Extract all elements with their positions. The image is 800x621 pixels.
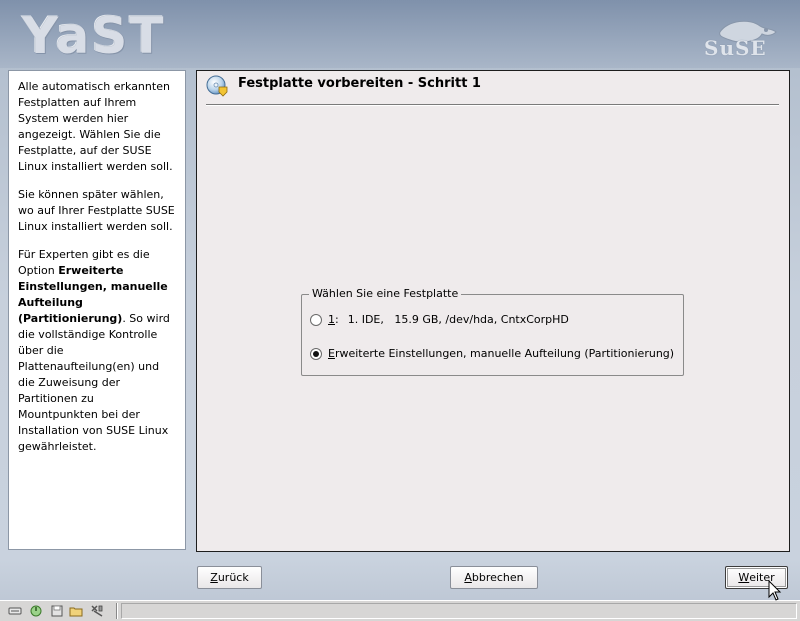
radio-button[interactable] <box>310 313 322 326</box>
suse-wordmark: SuSE <box>704 36 767 60</box>
header-bar: YaST SuSE <box>0 0 800 68</box>
option-label: 1. IDE, 15.9 GB, /dev/hda, CntxCorpHD <box>347 313 569 326</box>
option-shortcut: 1 <box>328 313 335 326</box>
help-panel: Alle automatisch erkannten Festplatten a… <box>8 70 186 550</box>
page-title: Festplatte vorbereiten - Schritt 1 <box>238 76 481 91</box>
disk-option-expert[interactable]: Erweiterte Einstellungen, manuelle Aufte… <box>310 347 674 360</box>
disk-setup-icon <box>206 75 228 97</box>
back-shortcut: Z <box>210 571 218 584</box>
option-separator: : <box>335 313 339 326</box>
title-divider <box>206 104 779 106</box>
taskbar-task-area[interactable] <box>121 603 797 619</box>
back-label: urück <box>217 571 249 584</box>
yast-logo: YaST <box>22 7 166 65</box>
folder-icon[interactable] <box>69 604 83 618</box>
help-paragraph-2: Sie können später wählen, wo auf Ihrer F… <box>18 188 175 233</box>
help-text: . So wird die vollständige Kontrolle übe… <box>18 312 170 453</box>
taskbar-separator <box>116 603 118 619</box>
taskbar <box>0 600 800 621</box>
mouse-cursor-icon <box>768 580 782 601</box>
settings-icon[interactable] <box>90 604 104 618</box>
radio-button-selected[interactable] <box>310 347 322 360</box>
group-title: Wählen Sie eine Festplatte <box>309 287 462 300</box>
power-icon[interactable] <box>29 604 43 618</box>
cancel-button[interactable]: Abbrechen <box>450 566 538 589</box>
floppy-icon[interactable] <box>50 604 64 618</box>
disk-option-hda[interactable]: 1: 1. IDE, 15.9 GB, /dev/hda, CntxCorpHD <box>310 313 569 326</box>
next-shortcut: W <box>738 571 750 584</box>
help-paragraph-3: Für Experten gibt es die Option Erweiter… <box>18 247 177 455</box>
back-button[interactable]: Zurück <box>197 566 262 589</box>
disk-selection-group: Wählen Sie eine Festplatte 1: 1. IDE, 15… <box>301 287 684 376</box>
option-label: rweiterte Einstellungen, manuelle Auftei… <box>334 347 675 360</box>
help-paragraph-1: Alle automatisch erkannten Festplatten a… <box>18 80 173 173</box>
main-panel: Festplatte vorbereiten - Schritt 1 Wähle… <box>196 70 790 552</box>
keyboard-icon[interactable] <box>8 604 22 618</box>
cancel-label: bbrechen <box>471 571 524 584</box>
option-shortcut: E <box>328 347 335 360</box>
cancel-shortcut: A <box>464 571 472 584</box>
